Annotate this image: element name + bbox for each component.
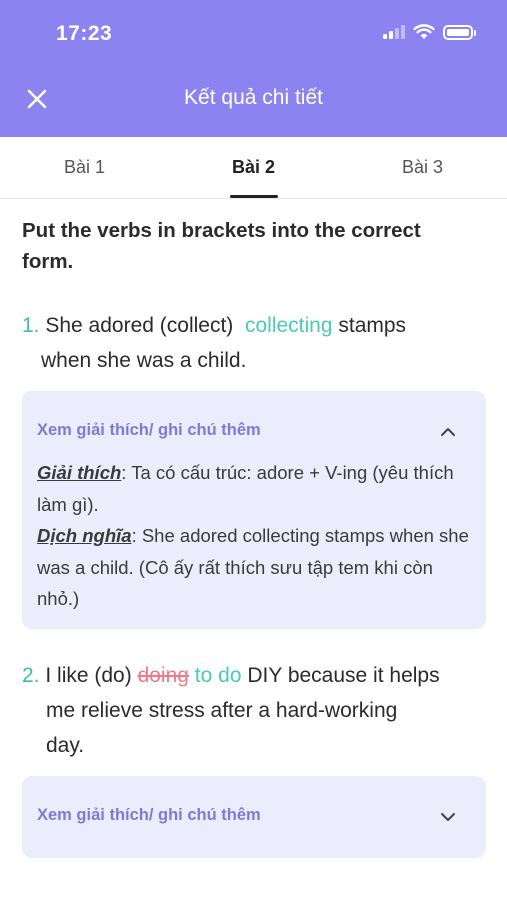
active-tab-indicator (230, 195, 278, 198)
exercise-instruction: Put the verbs in brackets into the corre… (22, 219, 421, 273)
status-icons (383, 24, 476, 40)
explanation-card-1: Xem giải thích/ ghi chú thêm Giải thích:… (22, 391, 486, 629)
battery-icon (443, 24, 476, 40)
wrong-answer: doing (137, 664, 189, 687)
question-text: She adored (collect) (45, 314, 234, 337)
chevron-up-icon[interactable] (440, 424, 456, 440)
cellular-signal-icon (383, 25, 405, 39)
chevron-down-icon[interactable] (440, 809, 456, 825)
question-text-after: DIY because it helps (247, 664, 440, 687)
exercise-content: Put the verbs in brackets into the corre… (0, 199, 507, 900)
correct-answer: collecting (244, 314, 333, 337)
question-2: 2. I like (do) doing to do DIY because i… (22, 658, 440, 763)
question-text-after: stamps (338, 314, 407, 337)
explain-label: Giải thích (37, 462, 122, 483)
question-number: 1. (22, 314, 40, 337)
tab-bar: Bài 1 Bài 2 Bài 3 (0, 137, 507, 199)
question-number: 2. (22, 664, 40, 687)
explanation-card-2: Xem giải thích/ ghi chú thêm (22, 776, 486, 858)
status-time: 17:23 (56, 22, 113, 45)
question-text-line3: day. (46, 734, 85, 757)
tab-bai-1[interactable]: Bài 1 (0, 137, 169, 198)
wifi-icon (413, 24, 435, 39)
correct-answer: to do (194, 664, 242, 687)
tab-bai-2[interactable]: Bài 2 (169, 137, 338, 198)
page-title: Kết quả chi tiết (184, 86, 323, 109)
explanation-toggle[interactable]: Xem giải thích/ ghi chú thêm (37, 806, 261, 825)
app-header: 17:23 Kết quả chi tiết (0, 0, 507, 137)
question-text-line2: me relieve stress after a hard-working (46, 699, 398, 722)
explanation-body: Giải thích: Ta có cấu trúc: adore + V-in… (37, 457, 471, 615)
question-text: I like (do) (45, 664, 132, 687)
translate-label: Dịch nghĩa (37, 525, 132, 546)
question-text-line2: when she was a child. (41, 349, 247, 372)
explanation-toggle[interactable]: Xem giải thích/ ghi chú thêm (37, 421, 261, 440)
tab-bai-3[interactable]: Bài 3 (338, 137, 507, 198)
question-1: 1. She adored (collect) collecting stamp… (22, 308, 406, 378)
